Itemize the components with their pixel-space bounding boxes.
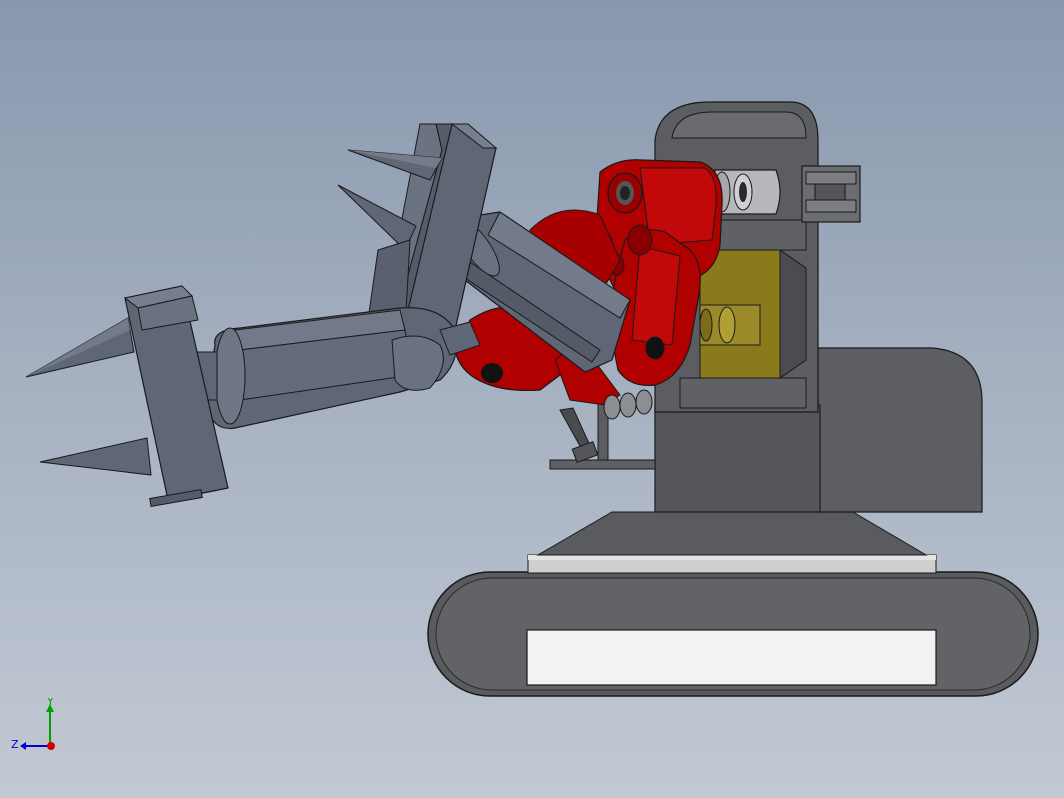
lower-tool[interactable] [25, 285, 229, 508]
x-axis-dot [47, 742, 55, 750]
robot-model[interactable] [0, 0, 1064, 798]
triad-backdrop [28, 724, 50, 746]
z-axis-label: Z [11, 738, 19, 751]
track-window [526, 629, 937, 686]
tracked-chassis[interactable] [427, 511, 1039, 697]
y-axis-label: Y [46, 698, 54, 708]
side-ledge [549, 459, 656, 470]
turret-base-frustum [536, 511, 928, 556]
rear-counterweight [817, 347, 983, 513]
z-axis-arrow [20, 742, 26, 750]
orientation-triad[interactable]: Y Z [8, 698, 68, 758]
lower-arm[interactable] [192, 307, 481, 430]
cad-viewport[interactable]: Y Z [0, 0, 1064, 798]
main-column [654, 404, 821, 513]
lower-spike-2 [39, 437, 152, 476]
upper-tool[interactable] [337, 123, 498, 331]
